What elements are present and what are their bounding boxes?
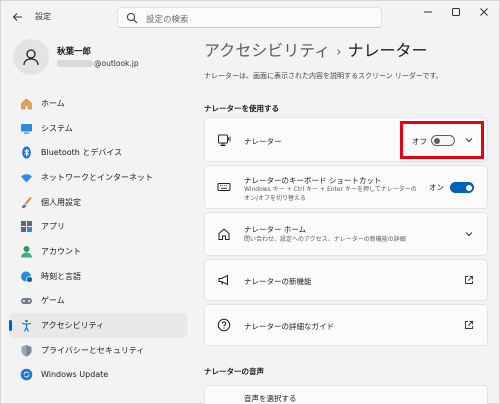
- external-link-icon: [465, 276, 473, 284]
- voice-select-card[interactable]: 音声を選択する: [204, 385, 488, 404]
- person-icon: [19, 244, 33, 258]
- home-icon: [19, 96, 33, 110]
- maximize-button[interactable]: [443, 4, 469, 20]
- sidebar-item-time-language[interactable]: 時刻と言語: [9, 264, 187, 289]
- help-icon: [216, 317, 232, 333]
- sidebar-item-apps[interactable]: アプリ: [9, 214, 187, 239]
- close-icon: [480, 8, 488, 16]
- home-outline-icon: [216, 226, 232, 242]
- sidebar-item-label: 個人用設定: [41, 197, 81, 207]
- minimize-icon: [424, 11, 432, 13]
- shortcut-toggle[interactable]: [450, 182, 474, 193]
- whats-new-title: ナレーターの新機能: [244, 277, 312, 286]
- back-button[interactable]: [9, 9, 25, 25]
- breadcrumb-parent[interactable]: アクセシビリティ: [204, 41, 330, 60]
- sidebar-item-label: ネットワークとインターネット: [41, 172, 153, 182]
- shortcut-subtitle-line2: オン/オフを切り替える: [244, 194, 306, 202]
- section-heading-narrator-voice: ナレーターの音声: [204, 367, 264, 376]
- voice-select-title: 音声を選択する: [244, 394, 297, 403]
- maximize-icon: [452, 8, 460, 16]
- page-title: ナレーター: [347, 41, 428, 60]
- toggle-knob: [465, 184, 472, 191]
- narrator-home-card[interactable]: ナレーター ホーム 問い合わせ、設定へのアクセス、ナレーターの新機能の詳細: [204, 212, 488, 256]
- person-avatar-icon: [23, 49, 39, 66]
- narrator-title: ナレーター: [244, 137, 282, 146]
- search-input[interactable]: 設定の検索: [117, 7, 382, 28]
- narrator-icon: [216, 132, 232, 148]
- breadcrumb-separator: ›: [336, 45, 342, 60]
- profile-name: 秋葉一郎: [57, 47, 92, 57]
- sidebar-item-home[interactable]: ホーム: [9, 91, 187, 116]
- sidebar-item-label: Bluetooth とデバイス: [41, 148, 123, 158]
- shortcut-subtitle-line1: Windows キー + Ctrl キー + Enter キーを押してナレーター…: [244, 186, 417, 193]
- guide-title: ナレーターの詳細なガイド: [244, 322, 334, 331]
- game-icon: [19, 294, 33, 308]
- section-heading-use-narrator: ナレーターを使用する: [204, 104, 279, 113]
- breadcrumb: アクセシビリティ › ナレーター: [204, 37, 427, 61]
- sidebar-item-windows-update[interactable]: Windows Update: [9, 363, 187, 388]
- avatar: [13, 39, 49, 75]
- external-link-icon: [465, 321, 473, 329]
- sidebar-nav: ホーム システム Bluetooth とデバイス ネットワークとインターネット …: [9, 91, 187, 387]
- settings-window: 設定 設定の検索 秋葉一郎 @outlook.jp ホーム システム Bluet…: [0, 0, 500, 404]
- brush-icon: [19, 195, 33, 209]
- sidebar-item-label: ホーム: [41, 98, 65, 108]
- title-bar: 設定 設定の検索: [1, 1, 499, 33]
- shortcut-state-label: オン: [429, 183, 444, 192]
- sidebar-item-label: システム: [41, 123, 73, 133]
- sidebar-item-gaming[interactable]: ゲーム: [9, 289, 187, 314]
- sidebar-item-bluetooth[interactable]: Bluetooth とデバイス: [9, 140, 187, 165]
- search-icon: [126, 12, 138, 24]
- narrator-guide-card[interactable]: ナレーターの詳細なガイド: [204, 304, 488, 346]
- sidebar-item-privacy[interactable]: プライバシーとセキュリティ: [9, 338, 187, 363]
- sidebar-item-label: アクセシビリティ: [41, 321, 105, 331]
- globe-clock-icon: [19, 269, 33, 283]
- sidebar-item-accounts[interactable]: アカウント: [9, 239, 187, 264]
- app-title: 設定: [35, 12, 51, 21]
- sidebar-item-accessibility[interactable]: アクセシビリティ: [9, 313, 187, 338]
- sidebar-item-label: Windows Update: [41, 370, 109, 380]
- sidebar-item-system[interactable]: システム: [9, 116, 187, 141]
- close-button[interactable]: [471, 4, 497, 20]
- megaphone-icon: [216, 272, 232, 288]
- shortcut-subtitle: Windows キー + Ctrl キー + Enter キーを押してナレーター…: [244, 186, 444, 203]
- bluetooth-icon: [19, 146, 33, 160]
- arrow-left-icon: [12, 13, 22, 21]
- apps-icon: [19, 220, 33, 234]
- sidebar-item-label: アカウント: [41, 246, 81, 256]
- minimize-button[interactable]: [415, 4, 441, 20]
- sidebar-item-personalization[interactable]: 個人用設定: [9, 190, 187, 215]
- sidebar-item-network[interactable]: ネットワークとインターネット: [9, 165, 187, 190]
- search-placeholder: 設定の検索: [146, 15, 189, 25]
- wifi-icon: [19, 170, 33, 184]
- narrator-home-subtitle: 問い合わせ、設定へのアクセス、ナレーターの新機能の詳細: [244, 236, 406, 243]
- update-icon: [19, 368, 33, 382]
- page-description: ナレーターは、画面に表示された内容を説明するスクリーン リーダーです。: [204, 72, 443, 80]
- narrator-whats-new-card[interactable]: ナレーターの新機能: [204, 259, 488, 301]
- sidebar-item-label: アプリ: [41, 222, 65, 232]
- profile-email-domain: @outlook.jp: [94, 59, 139, 68]
- redacted-email-local-part: [57, 60, 93, 67]
- sidebar-item-label: ゲーム: [41, 296, 65, 306]
- accessibility-icon: [19, 319, 33, 333]
- monitor-icon: [19, 121, 33, 135]
- chevron-down-icon[interactable]: [463, 228, 475, 240]
- narrator-home-title: ナレーター ホーム: [244, 225, 307, 234]
- shield-icon: [19, 343, 33, 357]
- narrator-shortcut-card: ナレーターのキーボード ショートカット Windows キー + Ctrl キー…: [204, 165, 488, 209]
- keyboard-icon: [216, 179, 232, 195]
- sidebar-item-label: プライバシーとセキュリティ: [41, 345, 145, 355]
- sidebar-item-label: 時刻と言語: [41, 271, 81, 281]
- highlight-annotation: [400, 121, 484, 159]
- profile-email: @outlook.jp: [57, 59, 139, 68]
- user-profile[interactable]: 秋葉一郎 @outlook.jp: [13, 39, 193, 77]
- shortcut-title: ナレーターのキーボード ショートカット: [244, 176, 382, 185]
